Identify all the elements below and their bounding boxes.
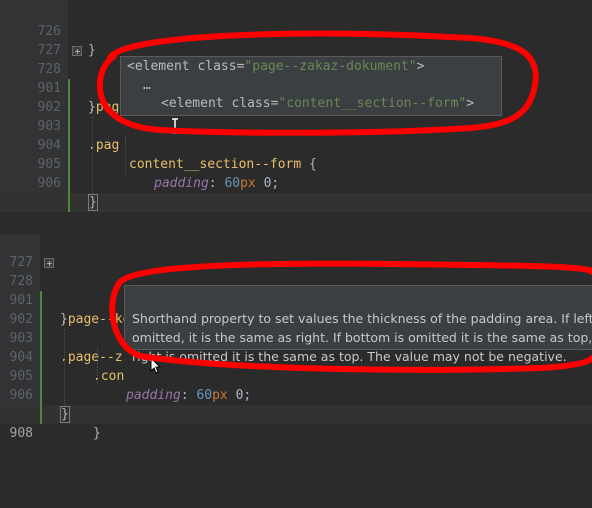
red-annotation-ellipse [109, 260, 592, 373]
annotation-overlay [96, 30, 592, 373]
red-annotation-ellipse [96, 30, 539, 136]
